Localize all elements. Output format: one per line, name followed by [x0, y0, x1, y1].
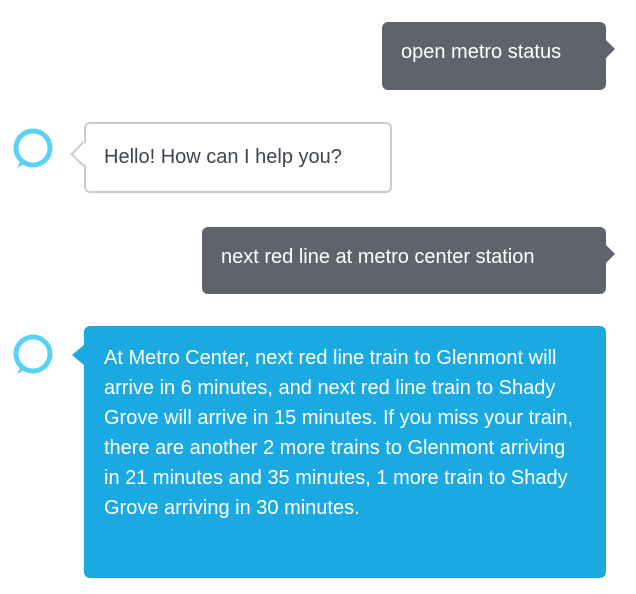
alexa-ring-icon	[13, 334, 53, 374]
assistant-message: At Metro Center, next red line train to …	[72, 326, 606, 578]
user-message: next red line at metro center station	[202, 227, 615, 294]
user-message: open metro status	[382, 22, 615, 90]
assistant-message: Hello! How can I help you?	[84, 122, 392, 193]
user-message-text: next red line at metro center station	[221, 246, 535, 268]
user-message-text: open metro status	[401, 41, 562, 63]
alexa-ring-icon	[13, 128, 53, 168]
assistant-message-text: At Metro Center, next red line train to …	[104, 347, 574, 519]
assistant-message-text: Hello! How can I help you?	[104, 146, 342, 168]
